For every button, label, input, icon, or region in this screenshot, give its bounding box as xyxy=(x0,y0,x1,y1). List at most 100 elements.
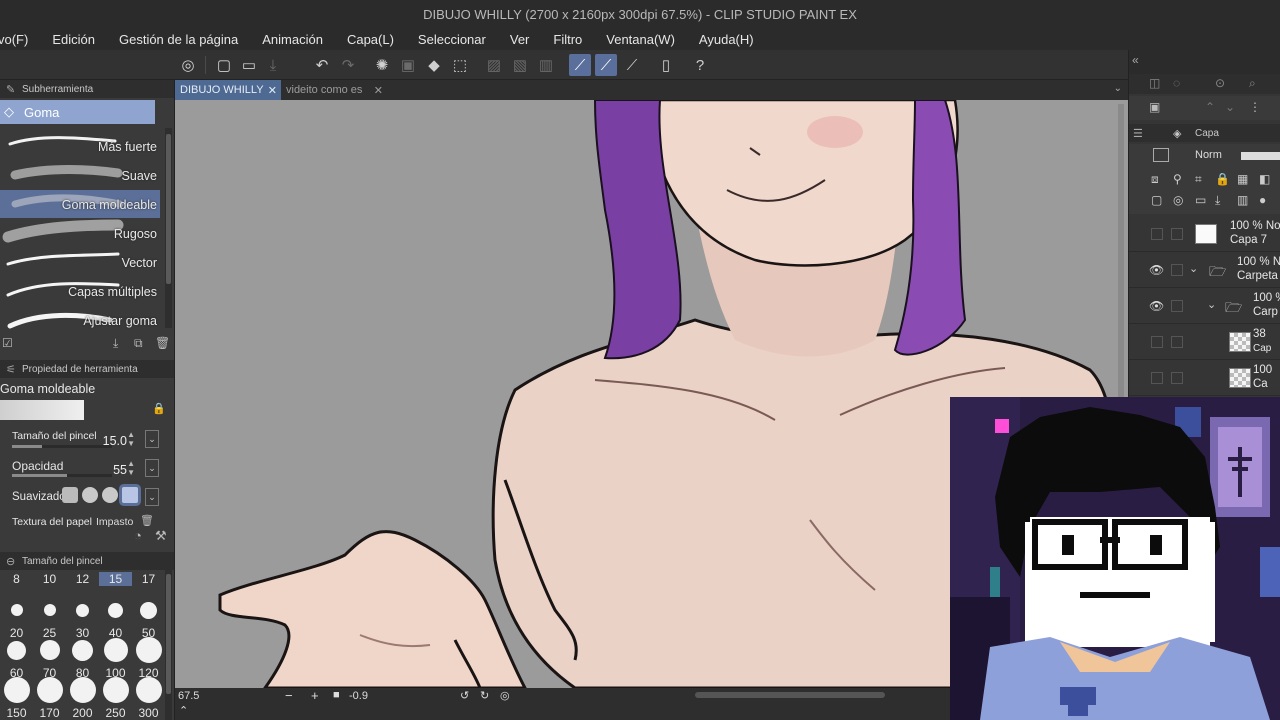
delete-layer-icon[interactable]: ● xyxy=(1259,193,1266,207)
subtool-item-harder[interactable]: Más fuerte xyxy=(0,132,160,160)
brush-size-preview-dot[interactable] xyxy=(108,602,123,618)
clip-studio-icon[interactable]: ◎ xyxy=(177,54,199,76)
loading-icon[interactable]: ✺ xyxy=(371,54,393,76)
chevron-down-icon[interactable]: ⌄ xyxy=(145,488,159,506)
brush-size-option[interactable]: 12 xyxy=(66,572,99,586)
subtool-item-snap-eraser[interactable]: Ajustar goma xyxy=(0,306,160,334)
navigator-view-icon[interactable]: ▣ xyxy=(1149,100,1160,114)
clear-icon[interactable]: ▣ xyxy=(397,54,419,76)
new-layer-icon[interactable]: ▢ xyxy=(1151,193,1162,207)
layer-item[interactable]: 100 Ca xyxy=(1129,360,1280,396)
new-vector-icon[interactable]: ◎ xyxy=(1173,193,1183,207)
open-file-icon[interactable]: ▭ xyxy=(238,54,260,76)
save-icon[interactable]: ⤓ xyxy=(262,54,284,76)
lock-toggle[interactable] xyxy=(1171,264,1183,276)
zoom-out-icon[interactable]: − xyxy=(285,688,293,703)
smoothing-options[interactable] xyxy=(62,487,138,503)
draft-icon[interactable]: ⌗ xyxy=(1195,172,1202,187)
tab-dibujo-whilly[interactable]: DIBUJO WHILLY ✕ xyxy=(175,80,281,100)
undo-icon[interactable]: ↶ xyxy=(311,54,333,76)
brush-size-preview-dot[interactable] xyxy=(69,677,96,703)
selection-off-icon[interactable]: ▨ xyxy=(483,54,505,76)
transfer-icon[interactable]: ⤓ xyxy=(1215,193,1220,208)
chevron-up-icon[interactable]: ⌃ xyxy=(1205,100,1215,114)
tab-videito[interactable]: videito como es ✕ xyxy=(281,80,387,100)
menu-file[interactable]: vo(F) xyxy=(0,32,40,47)
brush-size-preview-dot[interactable] xyxy=(10,604,23,616)
invert-selection-icon[interactable]: ▧ xyxy=(509,54,531,76)
lock-transparent-icon[interactable]: ▦ xyxy=(1237,172,1248,186)
layer-item[interactable]: 100 % No Capa 7 xyxy=(1129,216,1280,252)
brush-size-option[interactable]: 8 xyxy=(0,572,33,586)
subtool-item-kneaded-eraser[interactable]: Goma moldeable xyxy=(0,190,160,218)
smoothing-option-selected[interactable] xyxy=(122,487,138,503)
zoom-in-icon[interactable]: + xyxy=(311,688,319,703)
duplicate-icon[interactable]: ⧉ xyxy=(134,336,143,351)
wrench-icon[interactable]: ⚒ xyxy=(155,528,167,544)
search-layer-icon[interactable]: ⌕ xyxy=(1249,76,1256,91)
subtool-item-soft[interactable]: Suave xyxy=(0,161,160,189)
snap-special-ruler-icon[interactable]: ⟋ xyxy=(595,54,617,76)
brush-size-option[interactable]: 20 xyxy=(0,626,33,640)
delete-icon[interactable]: 🗑 xyxy=(140,514,154,527)
opacity-slider[interactable] xyxy=(12,474,112,477)
visibility-toggle[interactable] xyxy=(1151,372,1163,384)
close-icon[interactable]: ✕ xyxy=(268,84,277,97)
spinner-icon[interactable]: ▲ ▼ xyxy=(127,430,135,448)
help-icon[interactable]: ? xyxy=(689,54,711,76)
brush-size-preview-dot[interactable] xyxy=(43,604,56,616)
menu-help[interactable]: Ayuda(H) xyxy=(687,32,766,47)
visibility-toggle[interactable] xyxy=(1151,336,1163,348)
rotation-value[interactable]: -0.9 xyxy=(349,690,368,702)
chevron-up-icon[interactable]: ⌃ xyxy=(179,704,188,717)
chevron-down-icon[interactable]: ⌄ xyxy=(145,459,159,477)
brush-size-preview-dot[interactable] xyxy=(39,640,60,660)
brush-size-preview-dot[interactable] xyxy=(102,677,129,703)
blend-mode-select[interactable]: Norm xyxy=(1195,149,1222,161)
smoothing-property[interactable]: Suavizado ⌄ xyxy=(0,482,165,512)
subtool-item-multiple-layers[interactable]: Capas múltiples xyxy=(0,277,160,305)
chevron-down-icon[interactable]: ⌄ xyxy=(1207,298,1216,311)
snap-grid-icon[interactable]: ⟋ xyxy=(621,54,643,76)
spinner-icon[interactable]: ▲ ▼ xyxy=(127,459,135,477)
brush-size-option[interactable]: 300 xyxy=(132,706,165,720)
zoom-value[interactable]: 67.5 xyxy=(178,690,199,702)
subtool-settings-icon[interactable]: ☑ xyxy=(2,336,13,350)
fit-icon[interactable]: ■ xyxy=(333,689,340,701)
transform-icon[interactable]: ⬚ xyxy=(449,54,471,76)
eye-icon[interactable]: 👁 xyxy=(1149,263,1164,277)
info-icon[interactable]: ⊙ xyxy=(1215,76,1225,90)
brush-size-property[interactable]: Tamaño del pincel 15.0 ▲ ▼ ⌄ xyxy=(0,424,165,454)
menu-select[interactable]: Seleccionar xyxy=(406,32,498,47)
opacity-slider[interactable] xyxy=(1241,152,1280,160)
rotate-right-icon[interactable]: ↻ xyxy=(480,689,489,702)
merge-icon[interactable]: ▥ xyxy=(1237,193,1248,207)
chevron-down-icon[interactable]: ⌄ xyxy=(145,430,159,448)
snap-ruler-icon[interactable]: ⟋ xyxy=(569,54,591,76)
new-file-icon[interactable]: ▢ xyxy=(213,54,235,76)
smoothing-option[interactable] xyxy=(82,487,98,503)
visibility-toggle[interactable] xyxy=(1151,228,1163,240)
brush-size-preview-dot[interactable] xyxy=(135,637,162,663)
brush-size-option[interactable]: 17 xyxy=(132,572,165,586)
brush-size-option[interactable]: 250 xyxy=(99,706,132,720)
chevron-left-icon[interactable]: « xyxy=(1132,53,1139,67)
clip-icon[interactable]: ⧈ xyxy=(1151,172,1159,187)
redo-icon[interactable]: ↷ xyxy=(337,54,359,76)
eye-icon[interactable]: 👁 xyxy=(1149,299,1164,313)
subtool-item-vector[interactable]: Vector xyxy=(0,248,160,276)
ref-layer-icon[interactable]: ⚲ xyxy=(1173,172,1182,186)
reset-icon[interactable]: ◔ xyxy=(134,528,142,543)
scrollbar-thumb[interactable] xyxy=(166,574,171,694)
paper-texture-value[interactable]: Impasto xyxy=(96,516,133,528)
import-icon[interactable]: ⤓ xyxy=(113,336,118,351)
menu-icon[interactable]: ☰ xyxy=(1133,127,1143,140)
rotate-left-icon[interactable]: ↺ xyxy=(460,689,469,702)
brush-size-preview-dot[interactable] xyxy=(135,677,162,703)
smoothing-option[interactable] xyxy=(102,487,118,503)
more-icon[interactable]: ⋮ xyxy=(1249,100,1261,114)
lock-icon[interactable]: 🔒 xyxy=(1215,172,1230,186)
brush-size-option[interactable]: 170 xyxy=(33,706,66,720)
subtool-item-rough[interactable]: Rugoso xyxy=(0,219,160,247)
lock-toggle[interactable] xyxy=(1171,336,1183,348)
